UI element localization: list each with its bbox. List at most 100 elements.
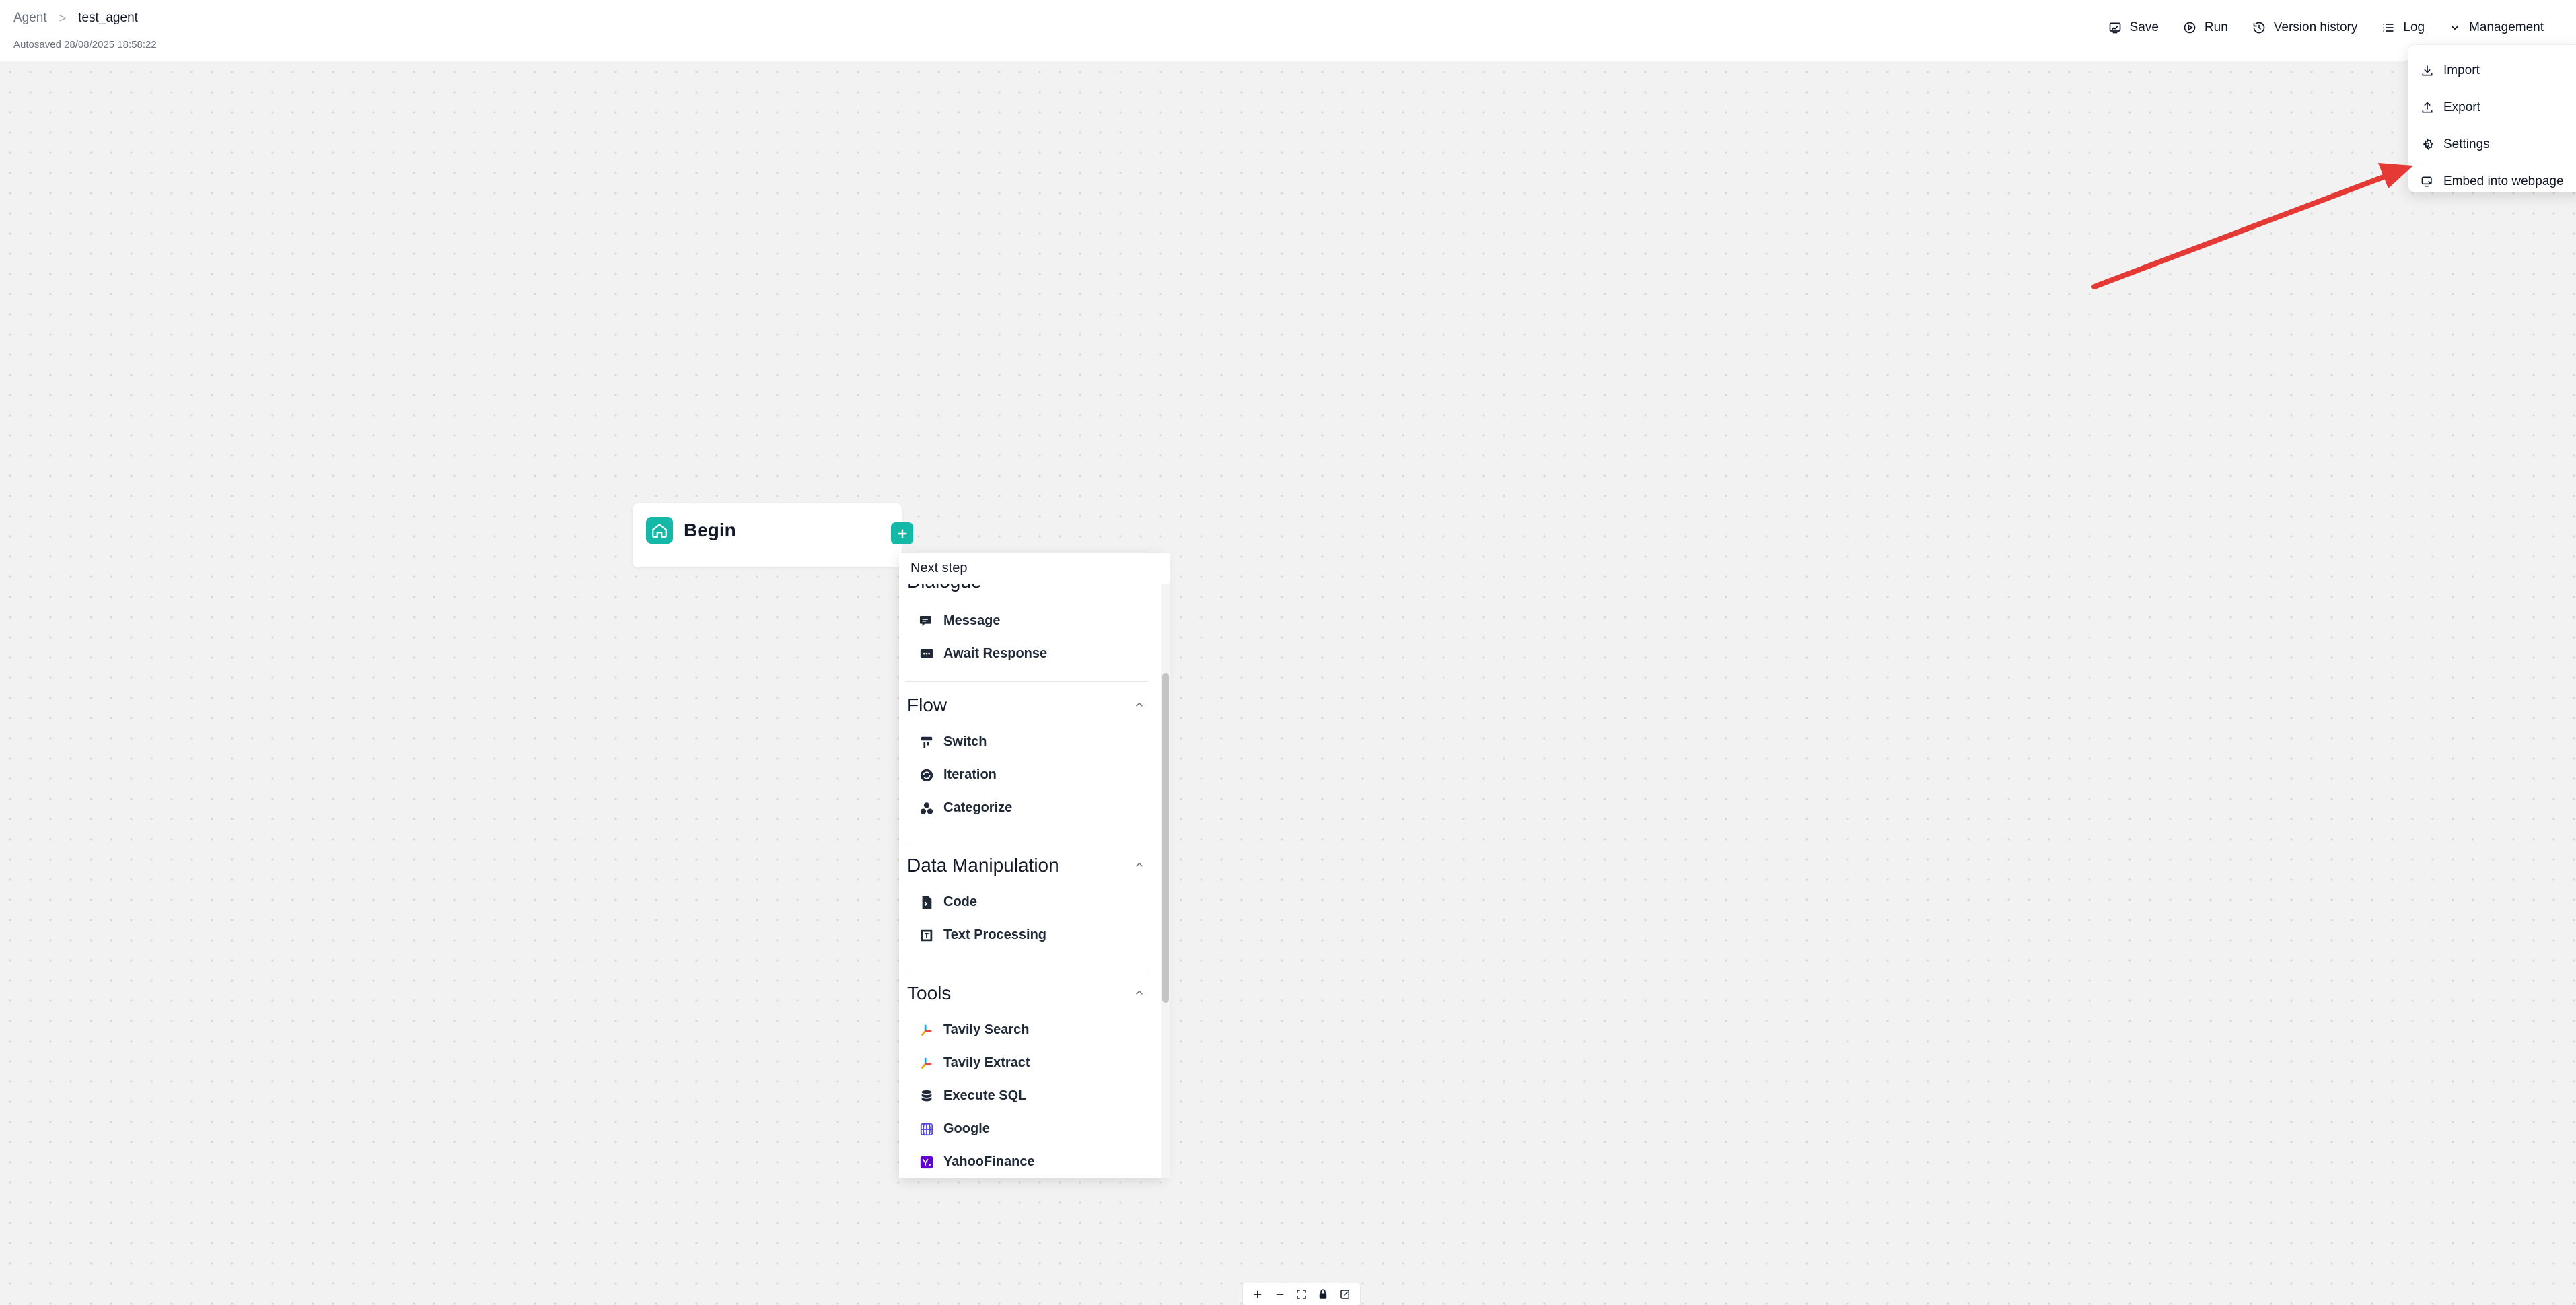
menu-item-export[interactable]: Export [2408,89,2576,126]
message-icon [919,616,931,626]
code-icon [922,896,932,909]
iteration-icon [920,769,933,781]
breadcrumb-separator: > [59,11,67,25]
plus-icon [1254,1290,1262,1298]
step-item-tavily-extract[interactable]: Tavily Extract [899,1047,1164,1080]
step-item-text-processing[interactable]: Text Processing [899,919,1164,952]
group-header-flow[interactable]: Flow [899,685,1164,726]
step-label: Google [943,1121,990,1136]
toolbar: Save Run Version history Log Management [2096,15,2556,40]
step-item-iteration[interactable]: Iteration [899,759,1164,791]
step-label: Tavily Extract [943,1055,1030,1070]
note-button[interactable] [1336,1285,1354,1303]
menu-item-label: Embed into webpage [2443,174,2564,188]
group-header-tools[interactable]: Tools [899,973,1164,1014]
run-label: Run [2204,20,2228,34]
group-data-manipulation: Data Manipulation Code Text Processing [899,845,1164,952]
step-label: Execute SQL [943,1088,1027,1103]
gear-icon [2423,137,2433,150]
step-label: Text Processing [943,927,1047,942]
next-step-header: Next step [901,553,1170,584]
group-dialogue: Message Await Response [899,604,1164,670]
next-step-panel: Dialogue Message Await Response Flow Swi… [899,553,1164,1178]
menu-item-embed[interactable]: Embed into webpage [2408,163,2576,200]
step-item-await-response[interactable]: Await Response [899,637,1164,670]
version-history-label: Version history [2273,20,2358,34]
tavily-icon [921,1024,932,1036]
step-label: Await Response [943,646,1048,661]
edit-note-icon [1340,1290,1349,1299]
minus-icon [1276,1294,1283,1295]
fit-view-button[interactable] [1293,1285,1310,1303]
menu-item-label: Settings [2443,137,2490,151]
management-dropdown: Import Export Settings Embed into webpag… [2408,44,2576,192]
step-label: Message [943,613,1001,628]
group-title-tools: Tools [907,983,952,1003]
save-button[interactable]: Save [2096,15,2171,40]
list-icon [2383,24,2394,32]
globe-icon [920,1123,933,1135]
panel-scrollbar-thumb[interactable] [1162,673,1169,1003]
home-icon [646,517,673,544]
group-flow: Flow Switch Iteration Categorize [899,685,1164,824]
step-item-code[interactable]: Code [899,886,1164,919]
add-next-step-button[interactable] [891,522,913,544]
yahoo-icon [920,1156,933,1168]
zoom-in-button[interactable] [1249,1285,1266,1303]
autosave-status: Autosaved 28/08/2025 18:58:22 [13,39,157,50]
step-label: Code [943,894,977,909]
group-title-flow: Flow [907,695,947,715]
lock-button[interactable] [1314,1285,1332,1303]
step-item-message[interactable]: Message [899,604,1164,637]
breadcrumb-current: test_agent [78,11,138,25]
chevron-down-icon [2451,26,2459,30]
menu-item-label: Export [2443,100,2480,114]
step-label: YahooFinance [943,1154,1035,1169]
version-history-button[interactable]: Version history [2240,15,2370,40]
step-item-execute-sql[interactable]: Execute SQL [899,1080,1164,1113]
download-icon [2422,65,2433,75]
top-header: Agent > test_agent Autosaved 28/08/2025 … [0,0,2576,61]
group-header-data-manipulation[interactable]: Data Manipulation [899,845,1164,886]
step-item-google[interactable]: Google [899,1113,1164,1145]
step-item-tavily-search[interactable]: Tavily Search [899,1014,1164,1047]
database-icon [921,1090,932,1101]
management-button[interactable]: Management [2437,15,2556,40]
group-divider [906,681,1148,682]
begin-node-title: Begin [684,520,736,540]
menu-item-label: Import [2443,63,2480,77]
canvas-controls [1242,1283,1361,1305]
flow-canvas[interactable] [0,62,2576,1305]
step-label: Tavily Search [943,1022,1030,1037]
management-label: Management [2469,20,2544,34]
menu-item-import[interactable]: Import [2408,52,2576,89]
switch-icon [921,736,933,748]
step-label: Iteration [943,767,997,782]
save-label: Save [2129,20,2159,34]
chevron-up-icon [1135,702,1143,707]
group-tools: Tools Tavily Search Tavily Extract Execu… [899,973,1164,1178]
begin-node[interactable]: Begin [633,503,902,567]
run-button[interactable]: Run [2171,15,2240,40]
step-label: Categorize [943,800,1013,815]
text-processing-icon [921,929,933,941]
log-label: Log [2403,20,2425,34]
chevron-up-icon [1135,862,1143,867]
tavily-icon [921,1057,932,1069]
chevron-up-icon [1135,990,1143,995]
save-icon [2109,22,2120,34]
zoom-out-button[interactable] [1271,1285,1289,1303]
log-button[interactable]: Log [2369,15,2437,40]
group-title-data-manipulation: Data Manipulation [907,855,1059,876]
plus-icon [898,529,906,538]
step-item-yahoofinance[interactable]: YahooFinance [899,1145,1164,1178]
step-item-categorize[interactable]: Categorize [899,791,1164,824]
step-item-switch[interactable]: Switch [899,726,1164,759]
menu-item-settings[interactable]: Settings [2408,126,2576,163]
lock-icon [1320,1289,1327,1299]
breadcrumb-agent-link[interactable]: Agent [13,11,47,26]
step-label: Switch [943,734,987,749]
fullscreen-icon [1297,1290,1306,1299]
breadcrumb: Agent > test_agent [13,11,138,26]
categorize-icon [920,802,933,814]
